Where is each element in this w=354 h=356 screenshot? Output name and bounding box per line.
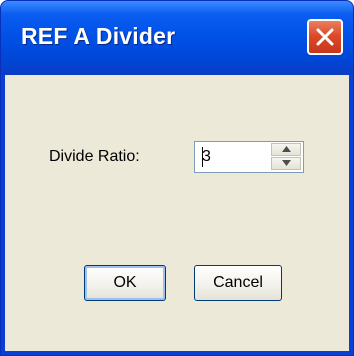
cancel-button[interactable]: Cancel — [194, 265, 282, 301]
close-button[interactable] — [307, 19, 343, 55]
dialog-client-area: Divide Ratio: OK Cancel — [5, 75, 349, 351]
divide-ratio-input[interactable] — [197, 144, 265, 170]
spin-down-button[interactable] — [271, 157, 301, 170]
title-bar[interactable]: REF A Divider — [1, 1, 353, 75]
triangle-down-icon — [282, 160, 291, 166]
dialog-window: REF A Divider Divide Ratio: OK — [0, 0, 354, 356]
ok-button[interactable]: OK — [84, 265, 166, 301]
triangle-up-icon — [282, 146, 291, 152]
spin-up-button[interactable] — [271, 143, 301, 156]
divide-ratio-spinbox[interactable] — [194, 141, 304, 173]
divide-ratio-label: Divide Ratio: — [49, 148, 140, 165]
text-cursor — [202, 147, 203, 167]
window-title: REF A Divider — [21, 23, 176, 49]
close-icon — [316, 28, 334, 46]
